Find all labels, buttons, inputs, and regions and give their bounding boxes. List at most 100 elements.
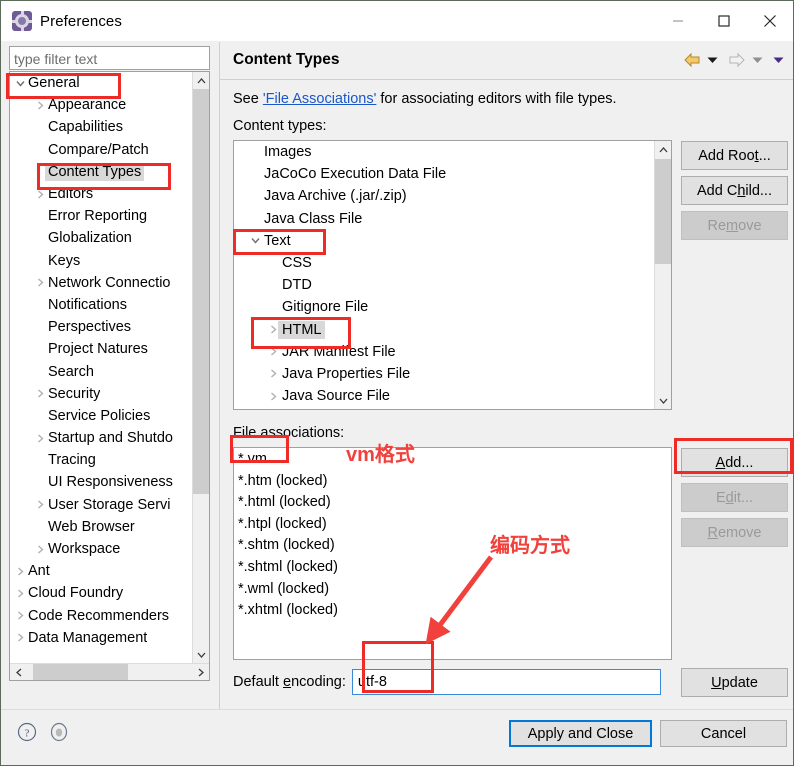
sidebar-item-globalization[interactable]: Globalization xyxy=(10,227,194,249)
content-types-label-text: Content types: xyxy=(233,118,327,134)
scroll-down-icon[interactable] xyxy=(193,646,209,663)
default-encoding-input[interactable]: utf-8 xyxy=(351,669,661,695)
sidebar-item-project-natures[interactable]: Project Natures xyxy=(10,338,194,360)
sidebar-item-search[interactable]: Search xyxy=(10,360,194,382)
content-type-item[interactable]: HTML xyxy=(234,319,654,341)
help-icon[interactable]: ? xyxy=(17,722,37,742)
sidebar-item-appearance[interactable]: Appearance xyxy=(10,94,194,116)
content-type-item[interactable]: JAR Manifest File xyxy=(234,341,654,363)
chevron-right-icon[interactable] xyxy=(264,369,282,378)
chevron-right-icon[interactable] xyxy=(32,389,48,398)
add-root-button[interactable]: Add Root... xyxy=(681,141,788,170)
remove-association-button: Remove xyxy=(681,518,788,547)
preference-tree[interactable]: General Appearance Capabilities Compare/Pat… xyxy=(9,71,210,681)
content-type-item[interactable]: DTD xyxy=(234,274,654,296)
file-association-item[interactable]: *.vm xyxy=(234,449,671,471)
sidebar-item-label: UI Responsiveness xyxy=(48,474,173,491)
sidebar-item-error-reporting[interactable]: Error Reporting xyxy=(10,205,194,227)
maximize-icon[interactable] xyxy=(701,1,747,41)
content-type-label: JAR Manifest File xyxy=(282,343,396,360)
chevron-right-icon[interactable] xyxy=(12,567,28,576)
chevron-right-icon[interactable] xyxy=(32,101,48,110)
content-type-item[interactable]: Java Properties File xyxy=(234,363,654,385)
chevron-right-icon[interactable] xyxy=(32,278,48,287)
sidebar-item-cloud-foundry[interactable]: Cloud Foundry xyxy=(10,582,194,604)
content-types-scrollbar[interactable] xyxy=(654,141,671,409)
chevron-right-icon[interactable] xyxy=(264,392,282,401)
forward-dropdown-icon[interactable] xyxy=(752,56,763,64)
content-type-item[interactable]: Java Class File xyxy=(234,208,654,230)
cancel-button[interactable]: Cancel xyxy=(660,720,787,747)
back-arrow-icon[interactable] xyxy=(683,52,701,68)
chevron-right-icon[interactable] xyxy=(32,500,48,509)
chevron-down-icon[interactable] xyxy=(246,237,264,244)
sidebar-item-network-connectio[interactable]: Network Connectio xyxy=(10,272,194,294)
window-controls xyxy=(655,1,793,41)
forward-arrow-icon[interactable] xyxy=(728,52,746,68)
content-types-list[interactable]: Images JaCoCo Execution Data File Java Arc… xyxy=(233,140,672,410)
sidebar-item-startup-and-shutdo[interactable]: Startup and Shutdo xyxy=(10,427,194,449)
sidebar-item-label: User Storage Servi xyxy=(48,496,171,513)
sidebar-item-editors[interactable]: Editors xyxy=(10,183,194,205)
content-type-item[interactable]: CSS xyxy=(234,252,654,274)
content-type-item[interactable]: Gitignore File xyxy=(234,296,654,318)
sidebar-item-notifications[interactable]: Notifications xyxy=(10,294,194,316)
content-type-item[interactable]: Java Source File xyxy=(234,385,654,407)
sidebar-item-keys[interactable]: Keys xyxy=(10,250,194,272)
annotation-text-vm-format: vm格式 xyxy=(346,444,415,466)
sidebar-item-web-browser[interactable]: Web Browser xyxy=(10,516,194,538)
svg-text:?: ? xyxy=(25,728,30,740)
sidebar-item-data-management[interactable]: Data Management xyxy=(10,627,194,649)
scroll-up-icon[interactable] xyxy=(193,72,209,89)
sidebar-item-compare-patch[interactable]: Compare/Patch xyxy=(10,139,194,161)
minimize-icon[interactable] xyxy=(655,1,701,41)
sidebar-item-label: Error Reporting xyxy=(48,208,148,225)
file-associations-link[interactable]: 'File Associations' xyxy=(263,91,377,107)
chevron-right-icon[interactable] xyxy=(12,589,28,598)
scroll-left-icon[interactable] xyxy=(10,664,27,680)
add-child-button[interactable]: Add Child... xyxy=(681,176,788,205)
sidebar-item-ui-responsiveness[interactable]: UI Responsiveness xyxy=(10,471,194,493)
tree-vertical-scrollbar[interactable] xyxy=(192,72,209,663)
content-types-scroll-thumb[interactable] xyxy=(655,159,671,264)
scroll-up-icon[interactable] xyxy=(655,141,671,158)
view-menu-arrow-icon[interactable] xyxy=(773,56,784,64)
sidebar-item-user-storage-servi[interactable]: User Storage Servi xyxy=(10,494,194,516)
tree-scroll-thumb[interactable] xyxy=(193,89,209,494)
chevron-right-icon[interactable] xyxy=(264,347,282,356)
file-association-item[interactable]: *.htpl (locked) xyxy=(234,514,671,536)
close-icon[interactable] xyxy=(747,1,793,41)
scroll-down-icon[interactable] xyxy=(655,392,671,409)
file-association-item[interactable]: *.html (locked) xyxy=(234,492,671,514)
search-input[interactable]: type filter text xyxy=(9,46,210,70)
add-association-button[interactable]: Add... xyxy=(681,448,788,477)
sidebar-item-general[interactable]: General xyxy=(10,72,194,94)
chevron-right-icon[interactable] xyxy=(32,190,48,199)
chevron-right-icon[interactable] xyxy=(12,633,28,642)
chevron-right-icon[interactable] xyxy=(32,434,48,443)
sidebar-item-perspectives[interactable]: Perspectives xyxy=(10,316,194,338)
sidebar-item-workspace[interactable]: Workspace xyxy=(10,538,194,560)
sidebar-item-code-recommenders[interactable]: Code Recommenders xyxy=(10,605,194,627)
content-type-item[interactable]: Java Archive (.jar/.zip) xyxy=(234,185,654,207)
sidebar-item-ant[interactable]: Ant xyxy=(10,560,194,582)
sidebar-item-tracing[interactable]: Tracing xyxy=(10,449,194,471)
content-type-item[interactable]: Text xyxy=(234,230,654,252)
restore-defaults-icon[interactable] xyxy=(49,722,69,742)
file-association-item[interactable]: *.htm (locked) xyxy=(234,471,671,493)
content-type-item[interactable]: Images xyxy=(234,141,654,163)
scroll-right-icon[interactable] xyxy=(192,664,209,680)
sidebar-item-service-policies[interactable]: Service Policies xyxy=(10,405,194,427)
update-encoding-button[interactable]: Update xyxy=(681,668,788,697)
sidebar-item-security[interactable]: Security xyxy=(10,383,194,405)
content-type-item[interactable]: JaCoCo Execution Data File xyxy=(234,163,654,185)
apply-and-close-button[interactable]: Apply and Close xyxy=(509,720,652,747)
tree-hscroll-thumb[interactable] xyxy=(33,664,128,680)
tree-horizontal-scrollbar[interactable] xyxy=(10,663,209,680)
back-dropdown-icon[interactable] xyxy=(707,56,718,64)
chevron-right-icon[interactable] xyxy=(12,611,28,620)
chevron-down-icon[interactable] xyxy=(12,80,28,87)
sidebar-item-capabilities[interactable]: Capabilities xyxy=(10,116,194,138)
chevron-right-icon[interactable] xyxy=(32,545,48,554)
sidebar-item-content-types[interactable]: Content Types xyxy=(10,161,194,183)
